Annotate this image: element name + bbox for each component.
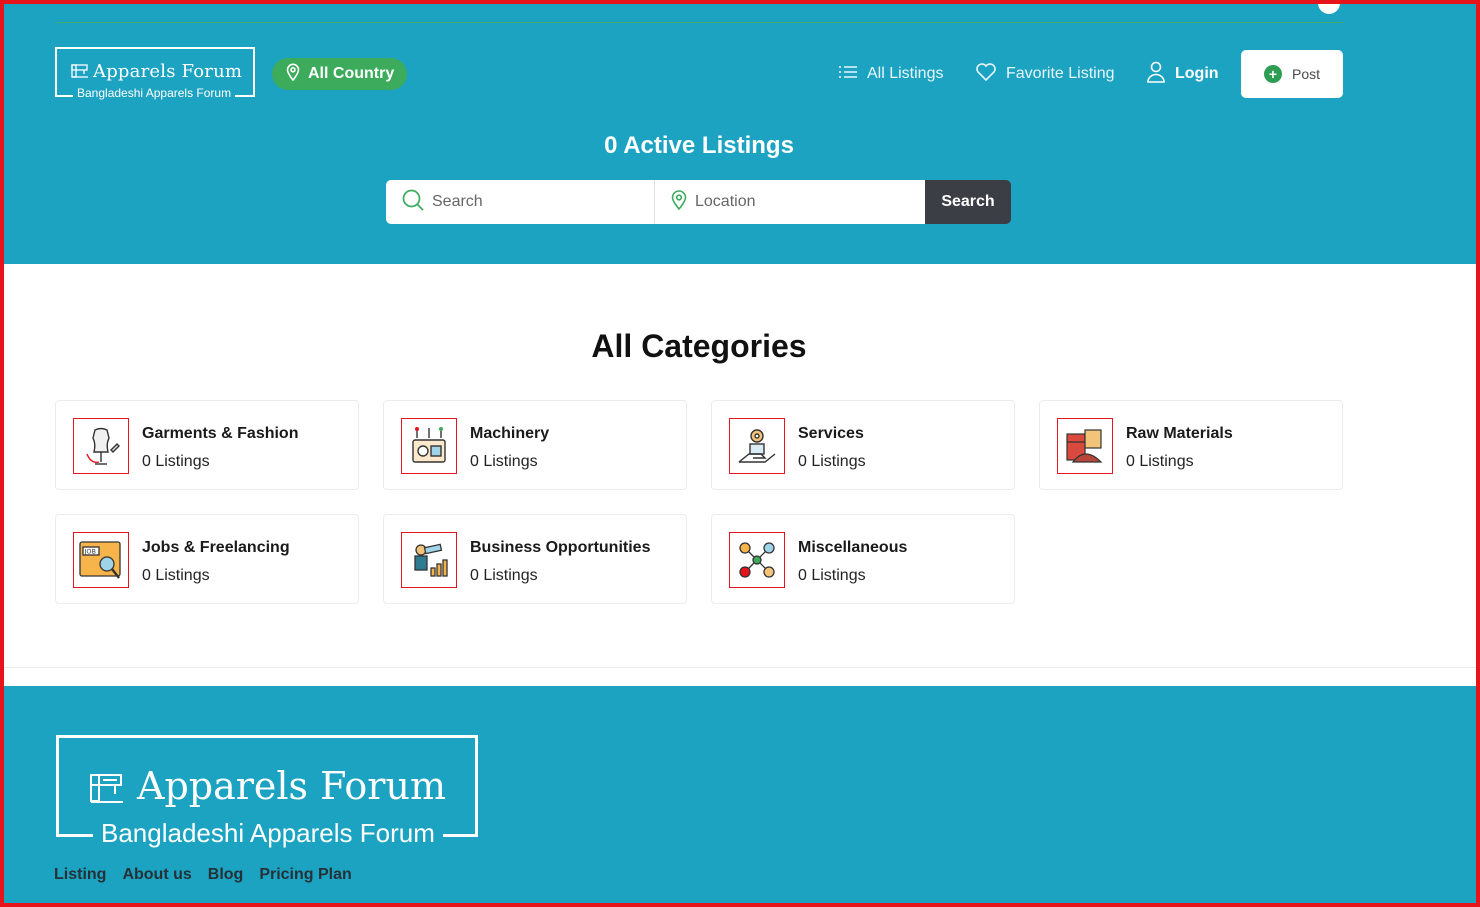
footer-link-about[interactable]: About us <box>122 866 191 884</box>
country-selector[interactable]: All Country <box>272 58 407 90</box>
location-input[interactable] <box>695 193 895 211</box>
nav-login-label: Login <box>1175 65 1219 82</box>
country-label: All Country <box>308 65 395 82</box>
footer-link-pricing[interactable]: Pricing Plan <box>259 866 351 884</box>
footer-link-blog[interactable]: Blog <box>208 866 244 884</box>
mannequin-icon <box>73 418 129 474</box>
location-pin-icon <box>286 63 300 86</box>
logo-title: Apparels Forum <box>93 61 243 82</box>
heart-icon <box>975 62 997 87</box>
job-search-icon: JOB <box>73 532 129 588</box>
category-count: 0 Listings <box>142 453 210 470</box>
user-icon <box>1146 61 1166 88</box>
nav-all-listings[interactable]: All Listings <box>838 62 943 86</box>
nav-all-listings-label: All Listings <box>867 65 944 82</box>
section-divider <box>0 667 1480 668</box>
category-count: 0 Listings <box>470 453 538 470</box>
search-form <box>386 180 925 224</box>
materials-icon <box>1057 418 1113 474</box>
search-button[interactable]: Search <box>925 180 1011 224</box>
top-divider <box>55 22 1343 23</box>
category-name: Raw Materials <box>1126 425 1233 442</box>
footer-nav: Listing About us Blog Pricing Plan <box>54 866 352 884</box>
category-card-jobs[interactable]: JOB Jobs & Freelancing 0 Listings <box>55 514 359 604</box>
header-logo[interactable]: Apparels Forum Bangladeshi Apparels Foru… <box>55 47 255 100</box>
telescope-growth-icon <box>401 532 457 588</box>
category-count: 0 Listings <box>142 567 210 584</box>
top-avatar-dot <box>1318 0 1340 14</box>
footer-logo-title: Apparels Forum <box>137 764 446 808</box>
sewing-machine-logo-icon <box>89 772 125 811</box>
hand-gears-icon <box>729 418 785 474</box>
category-card-services[interactable]: Services 0 Listings <box>711 400 1015 490</box>
category-card-raw-materials[interactable]: Raw Materials 0 Listings <box>1039 400 1343 490</box>
post-button-label: Post <box>1291 66 1320 82</box>
category-count: 0 Listings <box>1126 453 1194 470</box>
category-name: Machinery <box>470 425 550 442</box>
site-header: Apparels Forum Bangladeshi Apparels Foru… <box>0 0 1480 264</box>
logo-subtitle: Bangladeshi Apparels Forum <box>73 86 236 100</box>
category-name: Jobs & Freelancing <box>142 539 290 556</box>
category-count: 0 Listings <box>798 453 866 470</box>
category-count: 0 Listings <box>470 567 538 584</box>
network-icon <box>729 532 785 588</box>
category-name: Garments & Fashion <box>142 425 299 442</box>
list-icon <box>838 64 858 85</box>
category-card-miscellaneous[interactable]: Miscellaneous 0 Listings <box>711 514 1015 604</box>
nav-favorite-listing-label: Favorite Listing <box>1006 65 1115 82</box>
active-listings-headline: 0 Active Listings <box>604 132 794 159</box>
sewing-machine-icon <box>401 418 457 474</box>
footer-link-listing[interactable]: Listing <box>54 866 106 884</box>
category-name: Miscellaneous <box>798 539 908 556</box>
sewing-machine-logo-icon <box>71 63 89 84</box>
footer-logo[interactable]: Apparels Forum Bangladeshi Apparels Foru… <box>56 735 478 849</box>
category-count: 0 Listings <box>798 567 866 584</box>
keyword-search-field[interactable] <box>386 180 655 224</box>
nav-favorite-listing[interactable]: Favorite Listing <box>975 62 1115 86</box>
site-footer: Apparels Forum Bangladeshi Apparels Foru… <box>0 686 1480 907</box>
nav-login[interactable]: Login <box>1146 61 1219 88</box>
search-input[interactable] <box>432 193 632 211</box>
category-card-garments[interactable]: Garments & Fashion 0 Listings <box>55 400 359 490</box>
category-name: Business Opportunities <box>470 539 651 556</box>
categories-title: All Categories <box>591 328 807 364</box>
plus-circle-icon: + <box>1263 65 1282 83</box>
post-button[interactable]: + Post <box>1241 50 1343 98</box>
category-card-machinery[interactable]: Machinery 0 Listings <box>383 400 687 490</box>
category-name: Services <box>798 425 864 442</box>
search-icon <box>402 189 424 216</box>
footer-logo-subtitle: Bangladeshi Apparels Forum <box>93 818 443 849</box>
location-pin-icon <box>671 189 687 215</box>
location-search-field[interactable] <box>655 180 925 224</box>
category-card-business[interactable]: Business Opportunities 0 Listings <box>383 514 687 604</box>
svg-text:JOB: JOB <box>84 548 97 556</box>
